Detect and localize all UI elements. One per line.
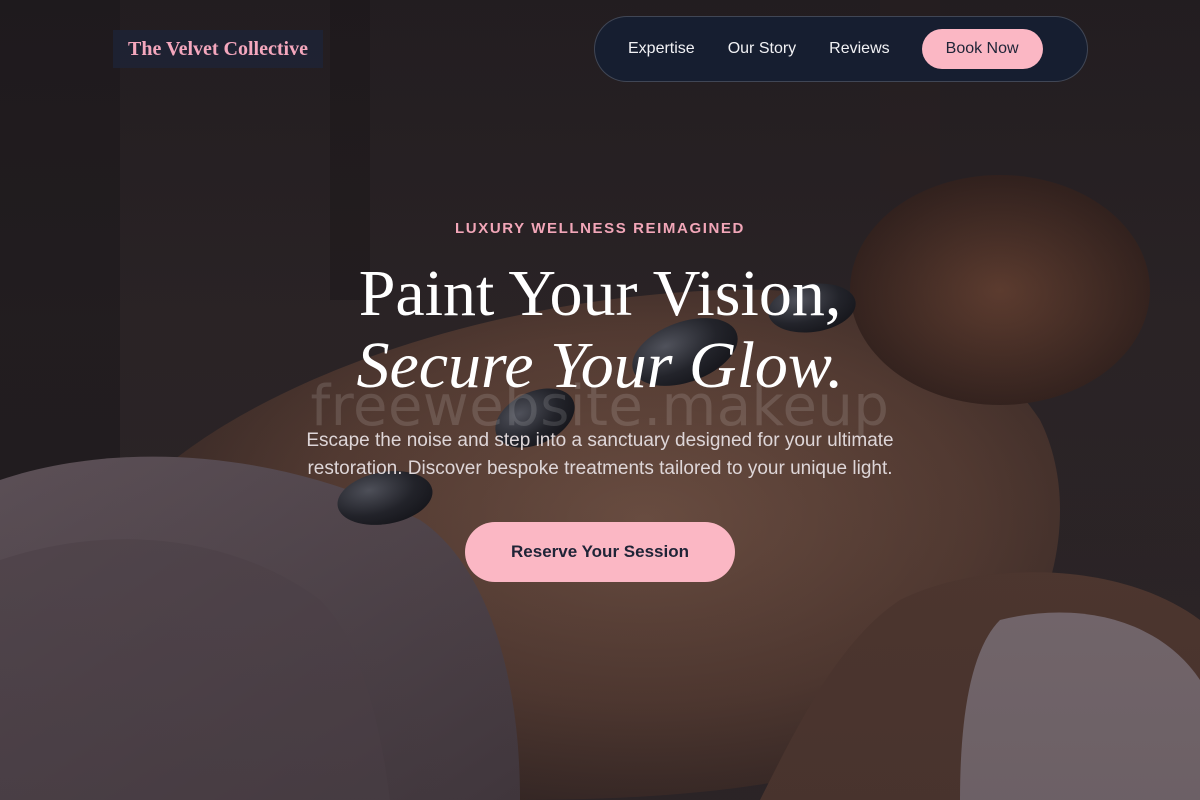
hero-eyebrow: LUXURY WELLNESS REIMAGINED bbox=[455, 220, 745, 237]
nav-link-reviews[interactable]: Reviews bbox=[829, 40, 889, 58]
brand-logo[interactable]: The Velvet Collective bbox=[113, 30, 323, 68]
main-nav: Expertise Our Story Reviews Book Now bbox=[594, 16, 1088, 82]
book-now-button[interactable]: Book Now bbox=[921, 29, 1043, 69]
reserve-session-button[interactable]: Reserve Your Session bbox=[465, 522, 735, 582]
headline-line-1: Paint Your Vision, bbox=[358, 257, 842, 330]
hero-description: Escape the noise and step into a sanctua… bbox=[306, 430, 894, 479]
nav-link-our-story[interactable]: Our Story bbox=[728, 40, 796, 58]
nav-link-expertise[interactable]: Expertise bbox=[628, 40, 695, 58]
hero-section: The Velvet Collective Expertise Our Stor… bbox=[0, 0, 1200, 800]
